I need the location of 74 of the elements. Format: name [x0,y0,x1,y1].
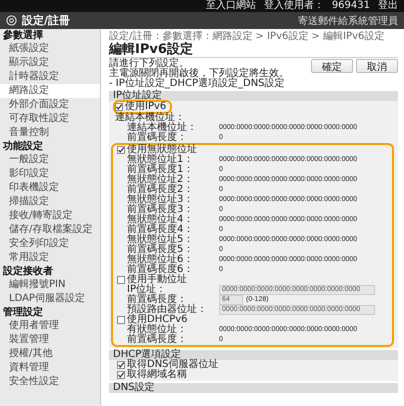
field-label: 有狀態位址： [127,325,188,335]
page-title: 編輯IPv6設定 [109,42,398,58]
field-label: 無狀態位址1： [127,155,194,165]
field-label: 無狀態位址4： [127,215,194,225]
sidebar-item[interactable]: 資料管理 [0,361,100,375]
checkbox[interactable] [117,276,125,284]
section-header: IP位址設定 [109,91,398,101]
sidebar-heading: 管理設定 [2,306,44,319]
checkbox-label: 使用IPv6 [125,102,166,112]
sidebar-item[interactable]: 可存取性設定 [0,112,100,126]
field-group-label: 連結本機位址： [115,113,185,123]
checkbox[interactable] [117,146,125,154]
sidebar-heading: 設定接收者 [2,265,54,278]
field-label: 無狀態位址6： [127,255,194,265]
field-label: IP位址： [127,285,166,295]
field-label: 前置碼長度4： [127,225,194,235]
checkbox-label: 使用手動位址 [127,275,187,285]
checkbox[interactable] [115,103,123,111]
sidebar-item[interactable]: 安全性設定 [0,375,100,389]
sidebar-item[interactable]: 外部介面設定 [0,98,100,112]
breadcrumb: 設定/註冊：參數選擇：網路設定 > IPv6設定 > 編輯IPv6設定 [109,31,386,42]
action-button[interactable]: 確定 [311,59,353,73]
checkbox-label: 使用無狀態位址 [127,145,197,155]
instruction-text: - IP位址設定_DHCP選項設定_DNS設定 [109,79,286,89]
sidebar-item[interactable]: 紙張設定 [0,42,100,56]
action-button[interactable]: 取消 [356,59,398,73]
sidebar-item[interactable]: 網路設定 [0,84,100,98]
field-label: 前置碼長度1： [127,165,194,175]
sidebar-item[interactable]: 一般設定 [0,153,100,167]
checkbox-label: 取得DNS伺服器位址 [127,360,219,370]
field-label: 前置碼長度5： [127,245,194,255]
field-label: 前置碼長度： [127,335,188,345]
sidebar-heading: 參數選擇 [2,29,44,42]
sidebar-heading: 功能設定 [2,140,44,153]
checkbox-label: 取得網域名稱 [127,370,187,380]
field-label: 前置碼長度6： [127,265,194,275]
sidebar-item[interactable]: 接收/轉寄設定 [0,209,100,223]
field-label: 前置碼長度2： [127,185,194,195]
user-name: 969431 [332,0,370,12]
sidebar-item[interactable]: 授權/其他 [0,347,100,361]
sidebar-item[interactable]: 儲存/存取檔案設定 [0,223,100,237]
sidebar-item[interactable]: 印表機設定 [0,181,100,195]
sidebar-item[interactable]: 使用者管理 [0,319,100,333]
sidebar-item[interactable]: 常用設定 [0,251,100,265]
mail-admin-link[interactable]: 寄送郵件給系統管理員 [298,14,398,28]
sidebar-item[interactable]: 顯示設定 [0,56,100,70]
checkbox[interactable] [117,371,125,379]
field-label: 無狀態位址5： [127,235,194,245]
field-label: 前置碼長度3： [127,205,194,215]
user-label: 登入使用者： [264,0,324,12]
sidebar-item[interactable]: 裝置管理 [0,333,100,347]
sidebar-item[interactable]: 編輯撥號PIN [0,278,100,292]
checkbox[interactable] [117,361,125,369]
field-label: 無狀態位址3： [127,195,194,205]
sidebar-item[interactable]: 計時器設定 [0,70,100,84]
logout-link[interactable]: 登出 [378,0,398,12]
instruction-text: 主電源關閉再開啟後，下列設定將生效。 [109,69,289,79]
field-label: 連結本機位址： [127,123,198,133]
field-label: 無狀態位址2： [127,175,194,185]
app-title: 設定/註冊 [22,13,72,28]
checkbox-label: 使用DHCPv6 [127,315,188,325]
sidebar-item[interactable]: 安全列印設定 [0,237,100,251]
sidebar-item[interactable]: LDAP伺服器設定 [0,292,100,306]
checkbox[interactable] [117,316,125,324]
portal-link[interactable]: 至入口網站 [206,0,256,12]
section-header: DNS設定 [109,383,398,393]
sidebar-item[interactable]: 音量控制 [0,126,100,140]
sidebar-item[interactable]: 掃描設定 [0,195,100,209]
instruction-text: 請進行下列設定。 [109,59,189,69]
field-label: 前置碼長度： [127,133,188,143]
section-header: DHCP選項設定 [109,350,398,360]
sidebar-item[interactable]: 影印設定 [0,167,100,181]
field-label: 前置碼長度： [127,295,187,305]
field-label: 預設路由器位址： [127,305,208,315]
